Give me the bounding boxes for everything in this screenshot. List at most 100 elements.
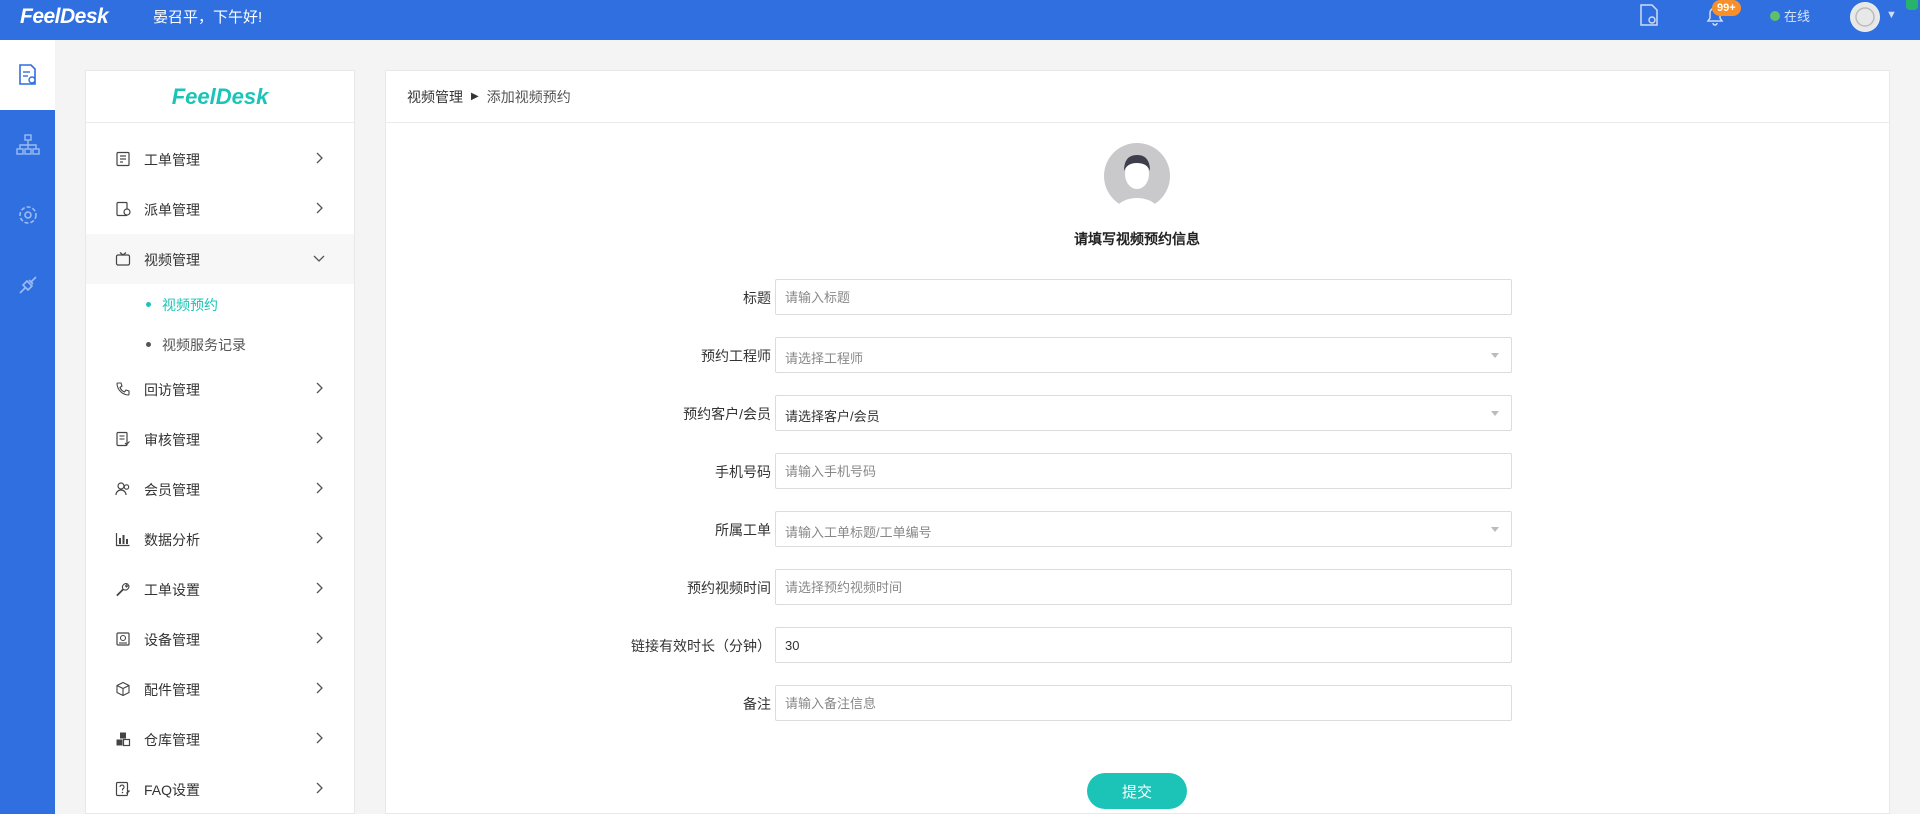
menu-item-warehouse[interactable]: 仓库管理 <box>86 714 354 764</box>
chevron-down-icon <box>313 255 325 262</box>
menu-item-dispatch[interactable]: 派单管理 <box>86 184 354 234</box>
engineer-select[interactable]: 请选择工程师 <box>775 337 1512 373</box>
warehouse-icon <box>116 732 131 747</box>
field-label: 标题 <box>743 290 771 306</box>
caret-right-icon: ▶ <box>471 91 479 102</box>
chevron-right-icon <box>316 202 323 214</box>
phone-field[interactable] <box>775 453 1512 489</box>
breadcrumb-current: 添加视频预约 <box>486 88 571 105</box>
chevron-right-icon <box>316 482 323 494</box>
field-label: 预约视频时间 <box>687 580 771 596</box>
field-label: 链接有效时长（分钟） <box>631 638 771 654</box>
device-icon <box>116 632 130 646</box>
rail-item-org[interactable] <box>0 110 55 180</box>
notification-badge: 99+ <box>1712 0 1741 16</box>
remark-field[interactable] <box>775 685 1512 721</box>
submenu-item-label: 视频预约 <box>162 297 218 313</box>
menu-item-callback[interactable]: 回访管理 <box>86 364 354 414</box>
menu-item-faq[interactable]: FAQ设置 <box>86 764 354 814</box>
audit-icon <box>116 431 130 447</box>
tv-icon <box>115 252 131 266</box>
form-row-customer: 预约客户/会员 请选择客户/会员 <box>386 395 1891 431</box>
left-rail <box>0 40 55 814</box>
chevron-right-icon <box>316 532 323 544</box>
menu-logo: FeelDesk <box>86 71 354 123</box>
org-chart-icon <box>15 134 40 155</box>
form-row-video-time: 预约视频时间 <box>386 569 1891 605</box>
bullet-dot <box>146 302 151 307</box>
menu-item-label: 派单管理 <box>144 202 200 218</box>
box-icon <box>116 681 130 697</box>
greeting-text: 晏召平，下午好! <box>153 9 263 26</box>
rail-item-plug[interactable] <box>0 250 55 320</box>
menu-item-label: 会员管理 <box>144 482 200 498</box>
rail-item-gear[interactable] <box>0 180 55 250</box>
members-icon <box>115 482 130 496</box>
corner-marker <box>1906 0 1918 10</box>
plug-icon <box>18 276 37 294</box>
chevron-right-icon <box>316 152 323 164</box>
breadcrumb: 视频管理 ▶ 添加视频预约 <box>386 71 1889 123</box>
chevron-right-icon <box>316 632 323 644</box>
chevron-right-icon <box>316 382 323 394</box>
menu-item-ticket[interactable]: 工单管理 <box>86 134 354 184</box>
form-row-phone: 手机号码 <box>386 453 1891 489</box>
menu-item-parts[interactable]: 配件管理 <box>86 664 354 714</box>
chevron-down-icon[interactable]: ▼ <box>1886 9 1897 21</box>
chevron-right-icon <box>316 782 323 794</box>
gear-icon <box>18 206 37 224</box>
form-row-ticket: 所属工单 请输入工单标题/工单编号 <box>386 511 1891 547</box>
menu-item-members[interactable]: 会员管理 <box>86 464 354 514</box>
chevron-right-icon <box>316 582 323 594</box>
submenu-item-video-records[interactable]: 视频服务记录 <box>86 324 354 364</box>
form-row-duration: 链接有效时长（分钟） <box>386 627 1891 663</box>
title-field[interactable] <box>775 279 1512 315</box>
menu-item-analytics[interactable]: 数据分析 <box>86 514 354 564</box>
video-time-input[interactable] <box>776 570 1476 604</box>
top-bar: FeelDesk 晏召平，下午好! 99+ 在线 ▼ <box>0 0 1920 40</box>
field-label: 所属工单 <box>715 522 771 538</box>
form-row-remark: 备注 <box>386 685 1891 721</box>
ticket-select[interactable]: 请输入工单标题/工单编号 <box>775 511 1512 547</box>
breadcrumb-parent[interactable]: 视频管理 <box>407 87 463 107</box>
menu-item-label: 审核管理 <box>144 432 200 448</box>
online-status[interactable]: 在线 <box>1770 6 1810 25</box>
chevron-right-icon <box>316 432 323 444</box>
form-row-title: 标题 <box>386 279 1891 315</box>
menu-item-label: 配件管理 <box>144 682 200 698</box>
top-logo[interactable]: FeelDesk <box>20 5 109 29</box>
dropdown-caret-icon <box>1491 527 1499 532</box>
dropdown-caret-icon <box>1491 353 1499 358</box>
menu-item-ticket-settings[interactable]: 工单设置 <box>86 564 354 614</box>
menu-item-video[interactable]: 视频管理 <box>86 234 354 284</box>
faq-icon <box>115 781 130 797</box>
side-menu: FeelDesk 工单管理 派单管理 视频管理 视频预约 视频服务记录 回访管理… <box>85 70 355 814</box>
menu-item-label: 视频管理 <box>144 252 200 268</box>
menu-item-label: 仓库管理 <box>144 732 200 748</box>
submenu-item-video-booking[interactable]: 视频预约 <box>86 284 354 324</box>
menu-item-audit[interactable]: 审核管理 <box>86 414 354 464</box>
rail-item-settings-doc[interactable] <box>0 40 55 110</box>
status-label: 在线 <box>1784 9 1811 24</box>
customer-select[interactable]: 请选择客户/会员 <box>775 395 1512 431</box>
document-settings-icon[interactable] <box>1638 2 1660 28</box>
menu-item-label: 设备管理 <box>144 632 200 648</box>
menu-item-label: FAQ设置 <box>144 782 201 798</box>
menu-item-devices[interactable]: 设备管理 <box>86 614 354 664</box>
submit-button[interactable]: 提交 <box>1087 773 1187 809</box>
phone-input[interactable] <box>776 454 1476 488</box>
remark-input[interactable] <box>776 686 1476 720</box>
field-label: 手机号码 <box>715 464 771 480</box>
duration-input[interactable] <box>776 628 1476 662</box>
default-avatar-icon <box>1104 143 1170 209</box>
ticket-icon <box>116 151 130 167</box>
submenu-item-label: 视频服务记录 <box>162 337 246 353</box>
title-input[interactable] <box>776 280 1476 314</box>
user-avatar[interactable] <box>1850 2 1880 32</box>
chevron-right-icon <box>316 682 323 694</box>
phone-icon <box>116 382 130 396</box>
user-avatar-icon <box>1851 3 1879 31</box>
duration-field[interactable] <box>775 627 1512 663</box>
select-placeholder: 请选择客户/会员 <box>785 409 880 424</box>
video-time-field[interactable] <box>775 569 1512 605</box>
